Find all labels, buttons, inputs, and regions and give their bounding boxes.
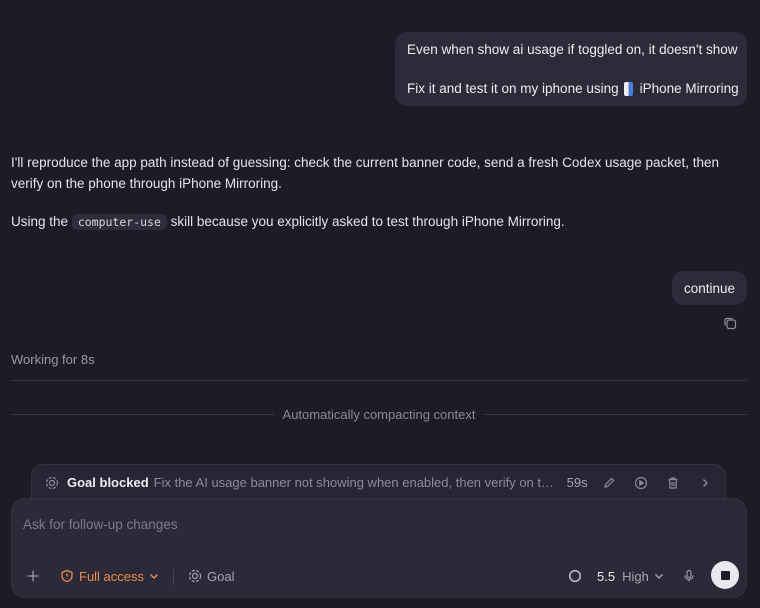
chevron-right-icon[interactable]	[698, 476, 712, 490]
mic-icon	[684, 569, 694, 582]
access-dropdown[interactable]: Full access	[60, 566, 160, 586]
copy-icon[interactable]	[723, 316, 737, 330]
follow-up-input[interactable]	[23, 514, 623, 534]
stop-button[interactable]	[711, 561, 739, 589]
assistant-text: Using the	[11, 214, 69, 229]
assistant-message: Using the computer-use skill because you…	[11, 211, 751, 233]
app-mention[interactable]: iPhone Mirroring	[640, 81, 739, 96]
play-icon[interactable]	[634, 476, 648, 490]
compacting-notice: Automatically compacting context	[11, 405, 747, 423]
divider	[11, 380, 747, 381]
plus-icon	[27, 570, 39, 582]
add-attachment-button[interactable]	[26, 566, 42, 586]
warning-icon	[61, 569, 73, 583]
working-status: Working for 8s	[11, 352, 95, 367]
chevron-down-icon	[654, 574, 663, 579]
iphone-mirroring-icon	[623, 81, 633, 96]
effort-level: High	[622, 568, 649, 584]
goal-bar: Goal blocked Fix the AI usage banner not…	[31, 464, 726, 500]
edit-icon[interactable]	[602, 476, 616, 490]
goal-elapsed: 59s	[566, 475, 588, 490]
goal-button[interactable]: Goal	[188, 566, 234, 586]
user-message-text: Fix it and test it on my iphone using	[407, 81, 619, 96]
access-label: Full access	[79, 568, 145, 584]
goal-icon	[188, 569, 202, 583]
user-message: Even when show ai usage if toggled on, i…	[395, 32, 747, 106]
user-message-line: Even when show ai usage if toggled on, i…	[407, 42, 738, 57]
circle-icon	[568, 569, 582, 583]
toolbar-divider	[173, 569, 174, 585]
divider	[484, 413, 747, 415]
divider	[11, 413, 274, 415]
stop-icon	[720, 570, 730, 580]
chevron-down-icon	[150, 574, 159, 579]
model-version: 5.5	[597, 568, 616, 584]
goal-title: Goal blocked	[67, 475, 149, 490]
assistant-text: skill because you explicitly asked to te…	[170, 214, 565, 229]
goal-description: Fix the AI usage banner not showing when…	[153, 475, 559, 490]
trash-icon[interactable]	[666, 476, 680, 490]
composer: Full access Goal 5.5 High	[11, 498, 747, 598]
mic-button[interactable]	[682, 566, 696, 586]
goal-icon	[45, 476, 59, 489]
inline-code: computer-use	[71, 214, 167, 230]
compacting-text: Automatically compacting context	[282, 406, 476, 422]
user-message: continue	[671, 271, 747, 305]
goal-button-label: Goal	[207, 568, 235, 584]
model-selector[interactable]: 5.5 High	[597, 566, 665, 586]
assistant-message: I'll reproduce the app path instead of g…	[11, 155, 720, 191]
user-message-line: Fix it and test it on my iphone using iP…	[407, 81, 739, 96]
context-usage-indicator[interactable]	[568, 566, 582, 586]
